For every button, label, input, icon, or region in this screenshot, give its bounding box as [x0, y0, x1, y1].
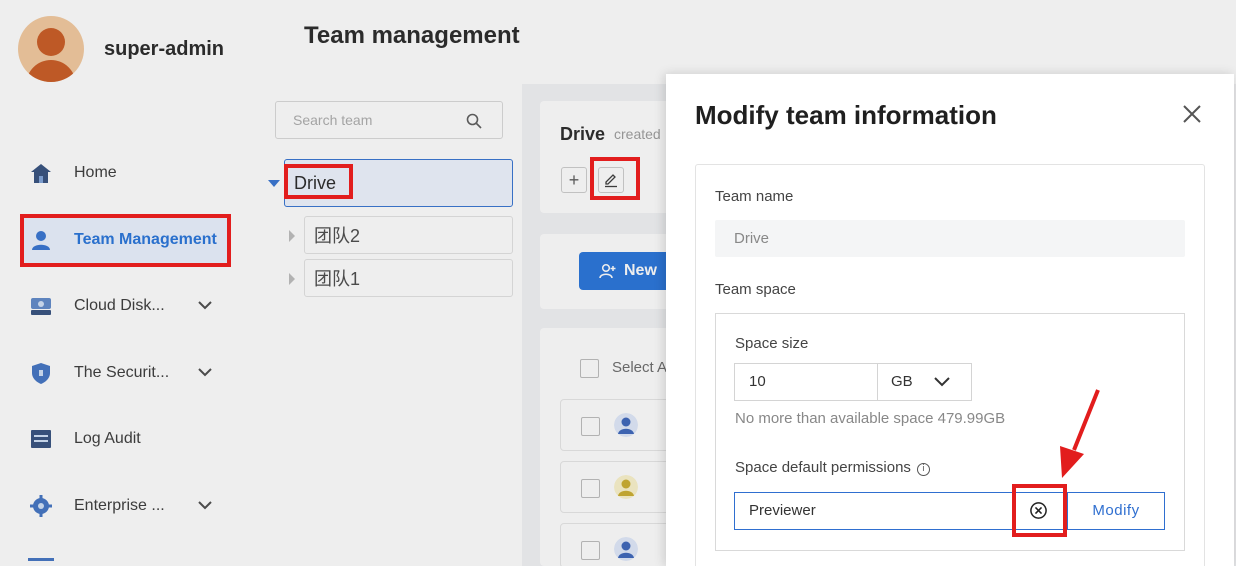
dialog-title: Modify team information [695, 100, 997, 130]
space-size-input[interactable]: 10 [734, 363, 878, 401]
team-name-field[interactable]: Drive [715, 220, 1185, 257]
team-space-label: Team space [715, 281, 796, 298]
info-icon[interactable]: i [916, 463, 930, 476]
modify-button[interactable]: Modify [1067, 492, 1165, 530]
chevron-down-icon [934, 377, 950, 387]
team-name-label: Team name [715, 188, 794, 205]
permissions-label: Space default permissions i [735, 459, 930, 476]
space-unit-select[interactable]: GB [877, 363, 972, 401]
permissions-field[interactable]: Previewer [734, 492, 1066, 530]
close-icon[interactable] [1182, 104, 1202, 124]
clear-icon[interactable] [1029, 501, 1048, 520]
annotation-arrow-icon [1060, 389, 1100, 478]
space-size-label: Space size [735, 335, 809, 352]
permissions-label-text: Space default permissions [735, 459, 911, 476]
space-hint: No more than available space 479.99GB [735, 410, 1006, 427]
space-unit-value: GB [891, 373, 913, 390]
